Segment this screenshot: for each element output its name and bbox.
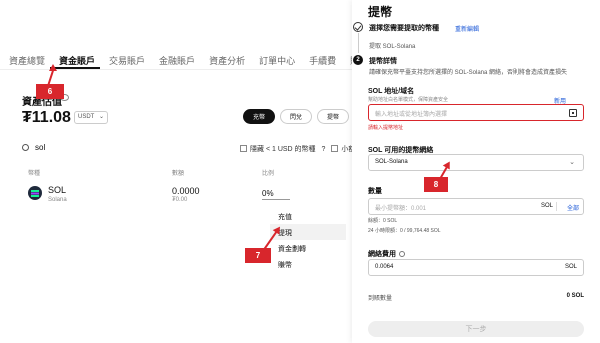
amount-label: 數量 <box>368 188 382 195</box>
callout-7: 7 <box>245 248 271 263</box>
withdraw-button[interactable]: 提幣 <box>317 109 349 124</box>
total-balance: ₮11.08 <box>22 109 71 126</box>
percent-bar <box>262 199 290 200</box>
address-placeholder: 輸入地址或從地址簿內選擇 <box>375 112 448 118</box>
step2-title: 提幣詳情 <box>369 58 397 65</box>
deposit-button[interactable]: 充幣 <box>243 109 275 124</box>
info-icon[interactable] <box>399 251 405 257</box>
available-balance: 餘額：0 SOL <box>368 218 398 224</box>
asset-percent: 0% <box>262 189 274 198</box>
search-icon <box>22 144 29 151</box>
hide-small-label: 隱藏 < 1 USD 的幣種 <box>250 146 316 153</box>
receive-label: 到賬數量 <box>368 296 393 302</box>
menu-item-transfer[interactable]: 資金劃轉 <box>270 240 346 256</box>
tab-order-center[interactable]: 訂單中心 <box>250 48 300 69</box>
tab-asset-analysis[interactable]: 資產分析 <box>200 48 250 69</box>
convert-button[interactable]: 閃兌 <box>280 109 312 124</box>
network-select[interactable]: SOL-Solana ⌄ <box>368 154 584 171</box>
column-amount: 數額 <box>172 171 185 177</box>
daily-limit: 24 小時限額：0 / 99,764.48 SOL <box>368 228 441 234</box>
asset-amount-fiat: ₮0.00 <box>172 197 188 203</box>
step2-indicator: 2 <box>353 55 363 65</box>
next-button[interactable]: 下一步 <box>368 321 584 337</box>
amount-unit: SOL <box>540 203 553 209</box>
currency-value: USDT <box>78 114 95 120</box>
chevron-down-icon: ⌄ <box>569 159 575 166</box>
withdraw-panel: 提幣 選擇您需要提取的幣種 重新編輯 提取 SOL-Solana 2 提幣詳情 … <box>352 0 600 343</box>
chevron-down-icon: ⌄ <box>98 114 104 120</box>
tab-trading-account[interactable]: 交易賬戶 <box>100 48 150 69</box>
address-label: SOL 地址/域名 <box>368 88 415 95</box>
small-amount-radio[interactable] <box>331 145 339 152</box>
asset-search[interactable]: sol <box>22 143 45 152</box>
asset-amount: 0.0000 <box>172 186 200 196</box>
tab-fees[interactable]: 手續費 <box>300 48 341 69</box>
column-percent: 比例 <box>262 171 275 177</box>
menu-item-withdraw[interactable]: 提現 <box>270 224 346 240</box>
step1-value: 提取 SOL-Solana <box>369 44 416 50</box>
address-book-icon[interactable] <box>569 109 577 117</box>
network-value: SOL-Solana <box>375 159 408 165</box>
step-done-check-icon <box>353 22 363 32</box>
address-hint: 幫助地址白名單模式，保障資產安全 <box>368 97 449 103</box>
callout-8: 8 <box>424 177 448 192</box>
step2-description: 請確保充幣平臺支持您所選擇的 SOL-Solana 網絡，否則將會造成資產損失 <box>369 70 568 76</box>
amount-input[interactable]: 最小提幣額：0.001 SOL 全部 <box>368 198 584 215</box>
amount-all-button[interactable]: 全部 <box>567 203 579 212</box>
callout-6-arrowhead <box>49 64 57 71</box>
help-icon[interactable]: ? <box>322 146 326 153</box>
fee-unit: SOL <box>564 264 577 270</box>
fee-field: 0.0064 SOL <box>368 259 584 276</box>
fee-value: 0.0064 <box>375 264 394 270</box>
asset-action-menu: 充值 提現 資金劃轉 賺幣 <box>270 208 346 272</box>
step1-title: 選擇您需要提取的幣種 <box>369 25 439 32</box>
fee-label-text: 網絡費用 <box>368 251 396 258</box>
tab-financial-account[interactable]: 金融賬戶 <box>150 48 200 69</box>
step-rail <box>358 33 359 53</box>
step1-edit-link[interactable]: 重新編輯 <box>455 24 479 33</box>
currency-select[interactable]: USDT ⌄ <box>74 111 108 124</box>
address-error: 請輸入提幣地址 <box>368 125 404 131</box>
amount-divider <box>556 202 557 211</box>
tab-funding-account[interactable]: 資金賬戶 <box>50 48 101 69</box>
solana-icon <box>28 186 42 200</box>
withdraw-title: 提幣 <box>368 5 393 19</box>
callout-6: 6 <box>36 84 64 99</box>
asset-name: Solana <box>48 197 67 203</box>
column-asset: 幣種 <box>28 171 41 177</box>
address-input[interactable]: 輸入地址或從地址簿內選擇 <box>368 104 584 121</box>
hide-small-checkbox[interactable] <box>240 145 247 152</box>
receive-row: 到賬數量 0 SOL <box>368 293 584 302</box>
menu-item-deposit[interactable]: 充值 <box>270 208 346 224</box>
asset-symbol[interactable]: SOL <box>48 185 66 195</box>
fee-label: 網絡費用 <box>368 249 405 259</box>
menu-item-earn[interactable]: 賺幣 <box>270 256 346 272</box>
receive-value: 0 SOL <box>566 293 584 299</box>
amount-placeholder: 最小提幣額：0.001 <box>375 206 427 212</box>
tab-overview[interactable]: 資產總覽 <box>0 48 50 69</box>
asset-filters: 隱藏 < 1 USD 的幣種 ? 小額資 <box>240 144 362 154</box>
search-value: sol <box>35 143 46 152</box>
